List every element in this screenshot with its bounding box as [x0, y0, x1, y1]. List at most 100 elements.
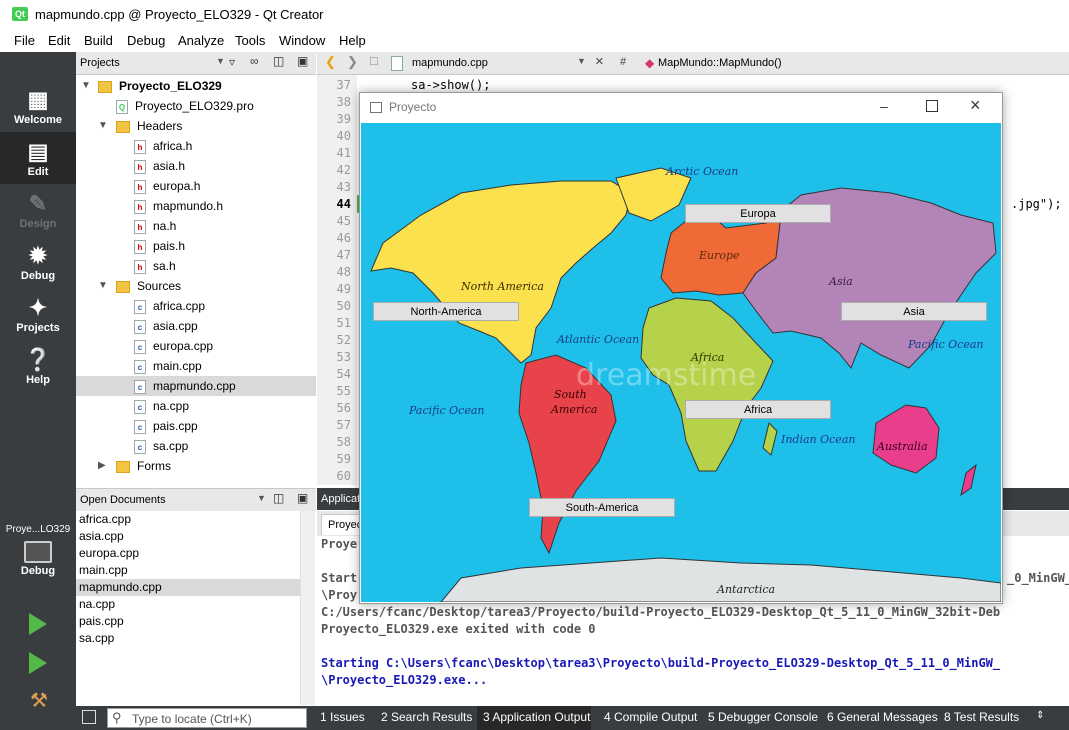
chevron-down-icon[interactable]: ▼: [216, 56, 225, 66]
split-icon[interactable]: ◫: [273, 491, 284, 505]
open-doc-item[interactable]: na.cpp: [76, 596, 301, 613]
status-tab-issues[interactable]: 1 Issues: [320, 710, 365, 724]
mode-help[interactable]: ❔ Help: [0, 340, 76, 392]
minimize-icon[interactable]: –: [880, 98, 888, 114]
hash-label[interactable]: #: [620, 56, 626, 68]
mode-debug[interactable]: ✹ Debug: [0, 236, 76, 288]
close-icon[interactable]: ×: [970, 95, 981, 116]
tree-file-main-cpp[interactable]: c main.cpp: [76, 356, 316, 376]
locator-placeholder: Type to locate (Ctrl+K): [132, 712, 252, 726]
tree-forms-folder[interactable]: ▶ Forms: [76, 456, 316, 476]
output-pane-title[interactable]: Applicat: [321, 493, 360, 505]
tree-sources-folder[interactable]: ▼ Sources: [76, 276, 316, 296]
run-icon[interactable]: [29, 613, 47, 635]
menu-build[interactable]: Build: [84, 33, 113, 48]
title-bar: Qt mapmundo.cpp @ Proyecto_ELO329 - Qt C…: [0, 0, 1069, 30]
tree-file-pais-cpp[interactable]: c pais.cpp: [76, 416, 316, 436]
locator-input[interactable]: ⚲ Type to locate (Ctrl+K): [107, 708, 307, 728]
tree-file-africa-cpp[interactable]: c africa.cpp: [76, 296, 316, 316]
chevron-down-icon[interactable]: ▼: [257, 493, 266, 503]
tree-headers-folder[interactable]: ▼ Headers: [76, 116, 316, 136]
tree-file-na-h[interactable]: h na.h: [76, 216, 316, 236]
bug-icon: ✹: [28, 243, 48, 268]
tree-file-sa-cpp[interactable]: c sa.cpp: [76, 436, 316, 456]
tree-project-root[interactable]: ▼ Proyecto_ELO329: [76, 76, 316, 96]
tree-file-mapmundo-cpp[interactable]: c mapmundo.cpp: [76, 376, 316, 396]
file-label: africa.cpp: [153, 299, 206, 313]
file-label: asia.h: [153, 159, 186, 173]
open-doc-item[interactable]: africa.cpp: [76, 511, 301, 528]
menu-analyze[interactable]: Analyze: [178, 33, 224, 48]
symbol-selector[interactable]: MapMundo::MapMundo(): [658, 57, 782, 69]
kit-selector[interactable]: Proye...LO329 Debug: [0, 512, 76, 592]
open-documents-title[interactable]: Open Documents: [80, 494, 166, 506]
output-line: \Proy: [321, 588, 358, 602]
open-doc-item[interactable]: asia.cpp: [76, 528, 301, 545]
tree-file-africa-h[interactable]: h africa.h: [76, 136, 316, 156]
line-number: 43: [336, 180, 351, 194]
projects-pane-title[interactable]: Projects: [80, 57, 120, 69]
mode-edit[interactable]: ▤ Edit: [0, 132, 76, 184]
open-documents-list: africa.cpp asia.cpp europa.cpp main.cpp …: [76, 511, 316, 705]
tree-file-na-cpp[interactable]: c na.cpp: [76, 396, 316, 416]
status-tab-debugger-console[interactable]: 5 Debugger Console: [708, 710, 818, 724]
tree-pro-file[interactable]: Q Proyecto_ELO329.pro: [76, 96, 316, 116]
world-map: dreamstime Arctic Ocean Europe North Ame…: [361, 123, 1001, 602]
forward-arrow-icon[interactable]: ❯: [347, 54, 358, 70]
forms-label: Forms: [137, 459, 171, 473]
open-doc-item[interactable]: pais.cpp: [76, 613, 301, 630]
open-doc-item[interactable]: sa.cpp: [76, 630, 301, 647]
tree-file-mapmundo-h[interactable]: h mapmundo.h: [76, 196, 316, 216]
close-pane-icon[interactable]: ▣: [297, 54, 308, 68]
menu-debug[interactable]: Debug: [127, 33, 165, 48]
north-america-button[interactable]: North-America: [373, 302, 519, 321]
label-pacific-ocean-left: Pacific Ocean: [409, 404, 485, 417]
maximize-icon[interactable]: [926, 100, 938, 112]
link-icon[interactable]: ∞: [250, 54, 259, 68]
hammer-build-icon[interactable]: ⚒: [28, 690, 50, 712]
africa-button[interactable]: Africa: [685, 400, 831, 419]
menu-window[interactable]: Window: [279, 33, 325, 48]
menu-edit[interactable]: Edit: [48, 33, 70, 48]
pencil-icon: ✎: [28, 191, 48, 216]
mode-welcome[interactable]: ▦ Welcome: [0, 80, 76, 132]
debug-run-icon[interactable]: [29, 652, 47, 674]
open-doc-item[interactable]: main.cpp: [76, 562, 301, 579]
status-tab-compile-output[interactable]: 4 Compile Output: [604, 710, 697, 724]
open-doc-item-selected[interactable]: mapmundo.cpp: [76, 579, 301, 596]
tree-file-asia-cpp[interactable]: c asia.cpp: [76, 316, 316, 336]
tree-file-sa-h[interactable]: h sa.h: [76, 256, 316, 276]
south-america-button[interactable]: South-America: [529, 498, 675, 517]
mode-projects[interactable]: ✦ Projects: [0, 288, 76, 340]
menu-file[interactable]: File: [14, 33, 35, 48]
status-tab-general-messages[interactable]: 6 General Messages: [827, 710, 938, 724]
chevron-down-icon[interactable]: ▼: [577, 56, 586, 66]
menu-tools[interactable]: Tools: [235, 33, 265, 48]
status-tab-search-results[interactable]: 2 Search Results: [381, 710, 472, 724]
status-tab-application-output[interactable]: 3 Application Output: [483, 710, 590, 724]
toggle-sidebar-icon[interactable]: [82, 710, 96, 724]
filter-icon[interactable]: ▿: [229, 55, 235, 69]
mode-design[interactable]: ✎ Design: [0, 184, 76, 236]
editor-file-name[interactable]: mapmundo.cpp: [412, 57, 488, 69]
europa-button[interactable]: Europa: [685, 204, 831, 223]
close-icon[interactable]: ×: [595, 53, 604, 70]
tree-file-europa-h[interactable]: h europa.h: [76, 176, 316, 196]
tree-file-europa-cpp[interactable]: c europa.cpp: [76, 336, 316, 356]
cpp-file-icon: c: [134, 419, 146, 434]
status-bar: ⚲ Type to locate (Ctrl+K) 1 Issues 2 Sea…: [76, 706, 1069, 730]
tree-file-asia-h[interactable]: h asia.h: [76, 156, 316, 176]
split-icon[interactable]: ◫: [273, 54, 284, 68]
line-number: 46: [336, 231, 351, 245]
tree-file-pais-h[interactable]: h pais.h: [76, 236, 316, 256]
back-arrow-icon[interactable]: ❮: [325, 54, 336, 70]
close-pane-icon[interactable]: ▣: [297, 491, 308, 505]
menu-help[interactable]: Help: [339, 33, 366, 48]
project-tree: ▼ Proyecto_ELO329 Q Proyecto_ELO329.pro ▼…: [76, 75, 316, 485]
headers-label: Headers: [137, 119, 183, 133]
open-doc-item[interactable]: europa.cpp: [76, 545, 301, 562]
status-tab-test-results[interactable]: 8 Test Results: [944, 710, 1019, 724]
asia-button[interactable]: Asia: [841, 302, 987, 321]
vertical-scrollbar[interactable]: [300, 511, 315, 705]
up-down-arrows-icon[interactable]: ⇕: [1036, 710, 1044, 721]
